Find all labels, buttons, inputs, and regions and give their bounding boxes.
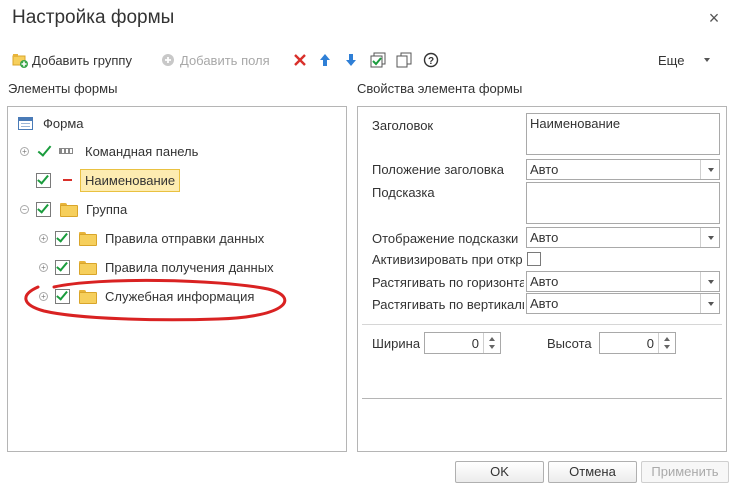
add-fields-button[interactable]: Добавить поля [160,50,270,70]
divider [362,324,722,325]
visible-check-icon[interactable] [39,144,49,158]
folder-icon [60,202,78,217]
element-properties-header: Свойства элемента формы [357,81,523,96]
title-position-label: Положение заголовка [372,162,504,177]
more-button[interactable]: Еще [658,50,711,70]
stretch-vertical-label: Растягивать по вертикали [372,297,524,312]
close-icon[interactable]: × [704,8,724,28]
title-label: Заголовок [372,118,434,133]
width-label: Ширина [372,336,421,351]
tree-item-group[interactable]: − Группа [20,197,127,221]
spinner-value: 0 [646,335,654,351]
stretch-horizontal-label: Растягивать по горизонта [372,275,524,290]
title-field[interactable]: Наименование [526,113,720,155]
check-all-icon[interactable] [370,52,386,68]
stretch-horizontal-select[interactable]: Авто [526,271,720,292]
add-fields-label: Добавить поля [180,52,270,68]
add-group-label: Добавить группу [32,52,132,68]
tree-item-label: Форма [43,115,84,131]
checkbox[interactable] [36,171,51,188]
add-group-icon [12,52,28,68]
apply-button[interactable]: Применить [641,461,729,483]
svg-text:?: ? [428,56,434,67]
stretch-vertical-select[interactable]: Авто [526,293,720,314]
spin-down-icon[interactable] [489,345,495,349]
expand-icon[interactable]: + [39,262,48,272]
add-fields-icon [160,52,176,68]
spinner-value: 0 [471,335,479,351]
activate-on-open-label: Активизировать при откры [372,252,522,267]
width-spinner[interactable]: 0 [424,332,501,354]
tree-item-label: Командная панель [85,143,199,159]
cancel-button[interactable]: Отмена [548,461,637,483]
chevron-down-icon[interactable] [700,272,719,291]
form-elements-tree: Форма + Командная панель Наименование − … [7,106,347,452]
chevron-down-icon[interactable] [700,228,719,247]
folder-icon [79,231,97,246]
height-label: Высота [547,336,592,351]
collapse-icon[interactable]: − [20,204,29,214]
spin-down-icon[interactable] [664,345,670,349]
hint-display-select[interactable]: Авто [526,227,720,248]
more-label: Еще [658,52,685,68]
hint-display-label: Отображение подсказки [372,231,519,246]
field-icon [63,179,72,181]
checkbox[interactable] [55,229,70,246]
select-value: Авто [530,274,559,289]
tree-item-command-panel[interactable]: + Командная панель [20,139,198,163]
window-title: Настройка формы [12,7,175,28]
element-properties-panel: Заголовок Наименование Положение заголов… [357,106,727,452]
tree-item-label: Правила отправки данных [105,230,265,246]
delete-icon[interactable] [292,52,308,68]
select-value: Авто [530,296,559,311]
spin-up-icon[interactable] [489,337,495,341]
divider [362,398,722,399]
copy-icon[interactable] [396,52,412,68]
tree-item-name[interactable]: Наименование [36,168,181,192]
chevron-down-icon[interactable] [700,294,719,313]
expand-icon[interactable]: + [20,146,29,156]
command-panel-icon [59,148,73,154]
select-value: Авто [530,162,559,177]
tree-item-send-rules[interactable]: + Правила отправки данных [39,226,264,250]
chevron-down-icon [704,58,711,62]
tree-item-label-selected: Наименование [80,168,181,192]
form-icon [18,116,33,130]
move-down-icon[interactable] [343,52,359,68]
spin-up-icon[interactable] [664,337,670,341]
checkbox[interactable] [55,258,70,275]
chevron-down-icon[interactable] [700,160,719,179]
hint-field[interactable] [526,182,720,224]
add-group-button[interactable]: Добавить группу [12,50,132,70]
tree-item-label: Правила получения данных [105,259,274,275]
hint-label: Подсказка [372,185,435,200]
title-position-select[interactable]: Авто [526,159,720,180]
activate-on-open-checkbox[interactable] [527,252,541,266]
select-value: Авто [530,230,559,245]
expand-icon[interactable]: + [39,233,48,243]
folder-icon [79,260,97,275]
checkbox[interactable] [36,200,51,217]
red-annotation-ellipse [24,278,287,322]
height-spinner[interactable]: 0 [599,332,676,354]
ok-button[interactable]: OK [455,461,544,483]
move-up-icon[interactable] [317,52,333,68]
tree-item-label: Группа [86,201,128,217]
help-icon[interactable]: ? [423,52,439,68]
tree-item-form[interactable]: Форма [18,111,84,135]
form-elements-header: Элементы формы [8,81,118,96]
